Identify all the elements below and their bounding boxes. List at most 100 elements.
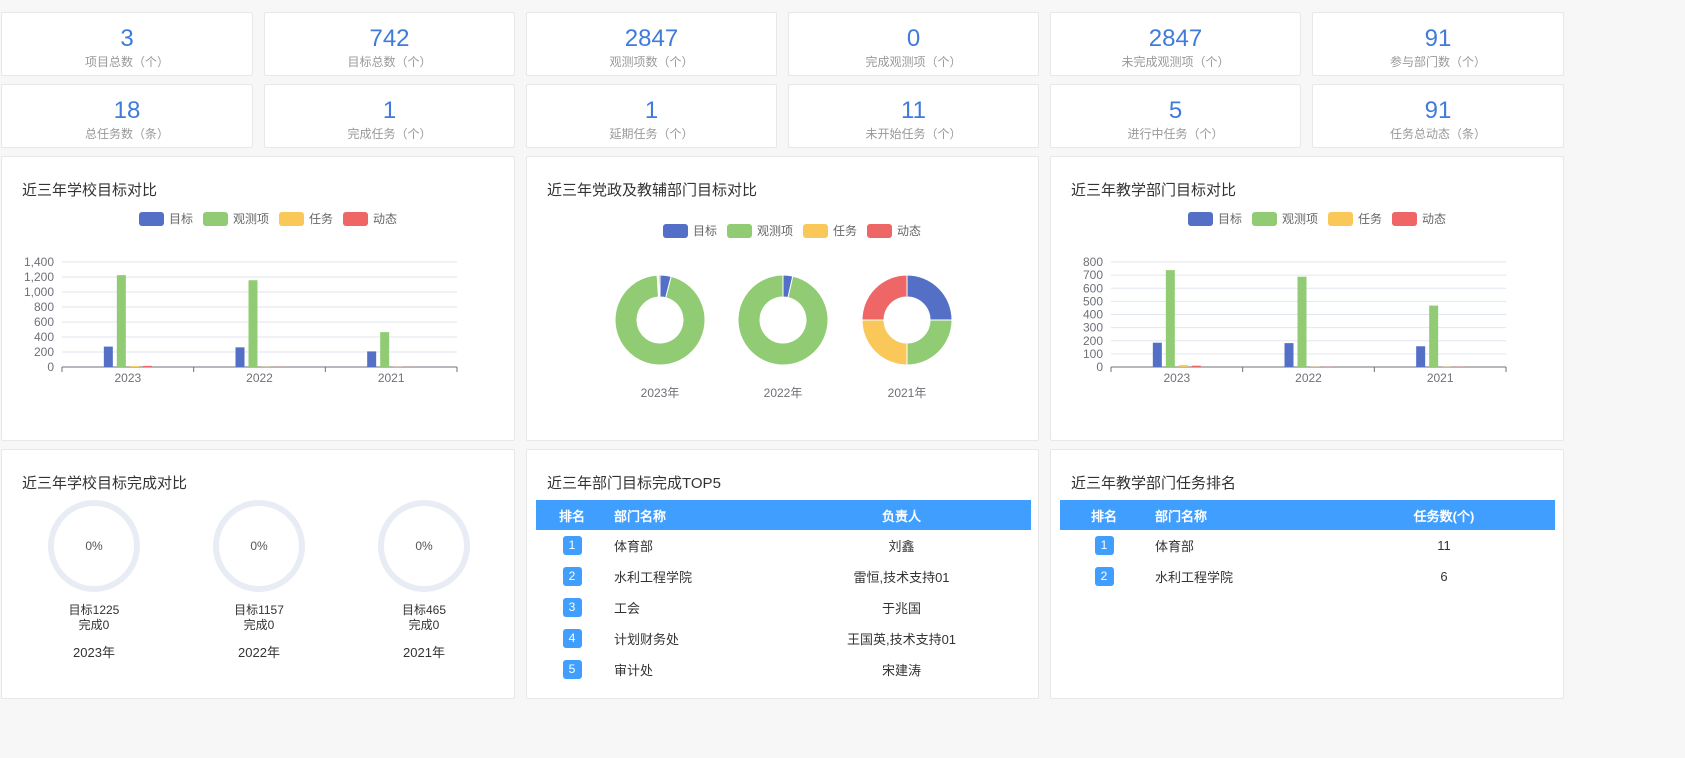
bar-任务[interactable] (1178, 365, 1188, 367)
donut-slice-任务[interactable] (861, 319, 908, 366)
rank-badge: 2 (562, 567, 582, 586)
rank-badge: 4 (562, 629, 582, 648)
stat-label: 完成任务（个） (347, 127, 432, 141)
donut-chart-party: 2023年 2022年 2021年 (614, 274, 953, 400)
y-tick-label: 400 (34, 330, 54, 344)
bar-chart-teaching: 0100200300400500600700800 2023 2022 2021 (1083, 255, 1507, 385)
rank-cell: 1 (1060, 530, 1148, 561)
y-tick-label: 1,000 (24, 285, 54, 299)
x-tick-label: 2023 (1163, 371, 1190, 385)
rank-cell: 4 (536, 623, 608, 654)
stat-card-not-started-tasks: 11 未开始任务（个） (788, 84, 1039, 148)
y-tick-label: 0 (47, 360, 54, 374)
stat-label: 进行中任务（个） (1127, 127, 1224, 141)
stat-card-total-tasks: 18 总任务数（条） (1, 84, 253, 148)
x-tick-label: 2023 (114, 371, 141, 385)
stat-value: 742 (369, 25, 410, 52)
rank-cell: 1 (536, 530, 608, 561)
y-tick-label: 1,200 (24, 270, 54, 284)
bar-动态[interactable] (1191, 365, 1201, 367)
dept-cell: 审计处 (614, 663, 654, 678)
x-tick-label: 2021 (1427, 371, 1454, 385)
stat-card-departments: 91 参与部门数（个） (1312, 12, 1564, 76)
donut-label: 2023年 (641, 386, 680, 400)
stat-label: 项目总数（个） (84, 55, 169, 69)
y-tick-label: 800 (34, 300, 54, 314)
bar-观测项[interactable] (1165, 270, 1175, 367)
count-cell: 6 (1440, 569, 1448, 584)
donut-label: 2021年 (888, 386, 927, 400)
table-header-row: 排名 部门名称 任务数(个) (1060, 500, 1555, 530)
table-header-row: 排名 部门名称 负责人 (536, 500, 1031, 530)
dept-cell: 水利工程学院 (1155, 570, 1234, 585)
dept-cell: 水利工程学院 (614, 570, 693, 585)
header-task-count: 任务数(个) (1333, 500, 1555, 530)
y-tick-label: 1,400 (24, 255, 54, 269)
donut-slice-动态[interactable] (658, 274, 661, 298)
donut-slice-动态[interactable] (861, 274, 908, 321)
table-row[interactable]: 3 工会 于兆国 (536, 592, 1031, 623)
table-row[interactable]: 5 审计处 宋建涛 (536, 654, 1031, 685)
stat-value: 91 (1424, 97, 1452, 124)
task-ranking-table: 排名 部门名称 任务数(个) 1 体育部 11 2 水利工程学院 6 (1060, 500, 1555, 592)
table-row[interactable]: 2 水利工程学院 雷恒,技术支持01 (536, 561, 1031, 592)
x-tick-label: 2021 (378, 371, 405, 385)
bar-目标[interactable] (1284, 343, 1294, 367)
y-tick-label: 100 (1083, 347, 1103, 361)
table-row[interactable]: 1 体育部 刘鑫 (536, 530, 1031, 561)
donut-label: 2022年 (764, 386, 803, 400)
y-tick-label: 600 (34, 315, 54, 329)
bar-观测项[interactable] (380, 332, 390, 367)
donut-slice-观测项[interactable] (737, 274, 829, 366)
panel-party-targets: 近三年党政及教辅部门目标对比 目标 观测项 任务 动态 2023年 2022年 20… (526, 156, 1039, 441)
bar-任务[interactable] (129, 366, 139, 367)
table-row[interactable]: 1 体育部 11 (1060, 530, 1555, 561)
y-tick-label: 800 (1083, 255, 1103, 269)
panel-teaching-targets: 近三年教学部门目标对比 目标 观测项 任务 动态 0 100 200 300 400 50… (1050, 156, 1564, 441)
rank-badge: 5 (562, 660, 582, 679)
bar-目标[interactable] (1416, 346, 1426, 367)
stat-card-completed-observations: 0 完成观测项（个） (788, 12, 1039, 76)
completion-rings: 0%目标1225完成02023年0%目标1157完成02022年0%目标465完… (48, 500, 470, 660)
bar-目标[interactable] (367, 351, 377, 367)
progress-percent: 0% (85, 539, 103, 553)
owner-cell: 王国英,技术支持01 (846, 632, 957, 647)
y-tick-label: 400 (1083, 308, 1103, 322)
stat-value: 18 (113, 97, 141, 124)
done-count: 完成0 (409, 617, 440, 632)
stat-card-projects: 3 项目总数（个） (1, 12, 253, 76)
stat-value: 1 (382, 97, 397, 124)
stat-label: 参与部门数（个） (1389, 55, 1486, 69)
header-rank: 排名 (536, 500, 608, 530)
stat-card-delayed-tasks: 1 延期任务（个） (526, 84, 777, 148)
bar-观测项[interactable] (1297, 276, 1307, 367)
panel-school-completion: 近三年学校目标完成对比 0% 目标1225 完成0 2023年 0% 目标1157 完成0 2… (1, 449, 515, 699)
bar-观测项[interactable] (248, 280, 258, 367)
bar-目标[interactable] (1152, 342, 1162, 367)
bar-观测项[interactable] (116, 275, 126, 367)
panel-top5-departments: 近三年部门目标完成TOP5 排名 部门名称 负责人 1 体育部 刘鑫 2 水利工… (526, 449, 1039, 699)
dept-cell: 体育部 (1155, 539, 1195, 554)
dept-cell: 体育部 (614, 539, 654, 554)
panel-title: 近三年教学部门任务排名 (1071, 475, 1237, 492)
dept-cell: 工会 (614, 601, 641, 616)
donut-slice-观测项[interactable] (906, 319, 953, 366)
stat-label: 总任务数（条） (84, 127, 169, 141)
top5-table: 排名 部门名称 负责人 1 体育部 刘鑫 2 水利工程学院 雷恒,技术支持01 … (536, 500, 1031, 685)
y-tick-label: 0 (1096, 360, 1103, 374)
bar-观测项[interactable] (1429, 305, 1439, 367)
panel-title: 近三年部门目标完成TOP5 (547, 475, 721, 492)
stat-label: 未完成观测项（个） (1121, 55, 1230, 69)
table-row[interactable]: 2 水利工程学院 6 (1060, 561, 1555, 592)
stat-value: 91 (1424, 25, 1452, 52)
bar-目标[interactable] (235, 347, 245, 367)
donut-slice-目标[interactable] (906, 274, 953, 321)
y-tick-label: 500 (1083, 294, 1103, 308)
stat-label: 目标总数（个） (347, 55, 432, 69)
bar-动态[interactable] (142, 365, 152, 367)
bar-目标[interactable] (103, 346, 113, 367)
stat-value: 2847 (1148, 25, 1203, 52)
table-row[interactable]: 4 计划财务处 王国英,技术支持01 (536, 623, 1031, 654)
target-count: 目标1225 (69, 603, 120, 617)
rank-cell: 2 (1060, 561, 1148, 592)
